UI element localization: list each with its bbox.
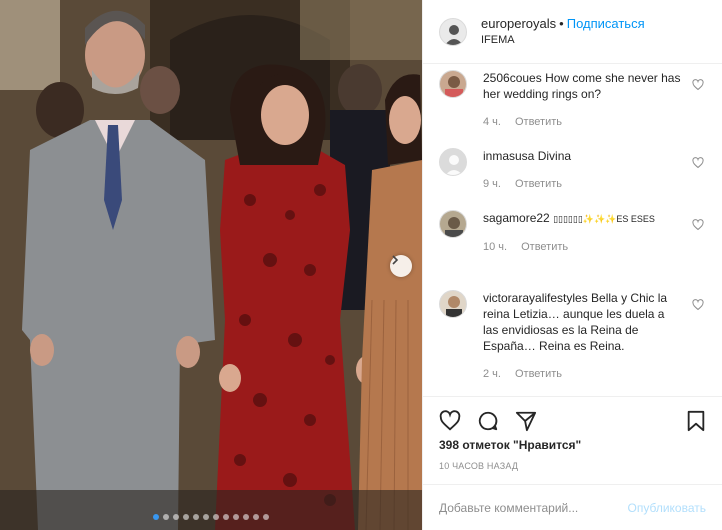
chevron-right-icon bbox=[392, 255, 399, 265]
comment-item: inmasusa Divina 9 ч. Ответить bbox=[439, 148, 706, 192]
default-avatar-icon bbox=[440, 149, 466, 175]
profile-picture bbox=[440, 18, 466, 45]
bookmark-icon[interactable] bbox=[686, 410, 706, 432]
carousel-dot bbox=[163, 514, 169, 520]
post-timestamp[interactable]: 10 ЧАСОВ НАЗАД bbox=[439, 461, 518, 471]
post-username[interactable]: europeroyals bbox=[481, 16, 556, 31]
comment-text: Divina bbox=[537, 149, 572, 163]
carousel-dot bbox=[263, 514, 269, 520]
heart-icon[interactable] bbox=[439, 409, 461, 432]
post-photo[interactable] bbox=[0, 0, 422, 530]
photo-illustration bbox=[0, 0, 422, 530]
post-header: europeroyals • Подписаться IFEMA bbox=[423, 0, 722, 64]
header-separator: • bbox=[559, 15, 564, 31]
comment-username[interactable]: sagamore22 bbox=[483, 211, 550, 225]
post-comment-button[interactable]: Опубликовать bbox=[628, 501, 706, 515]
carousel-dot bbox=[223, 514, 229, 520]
post-actions bbox=[423, 396, 722, 444]
comment-item: 2506coues How come she never has her wed… bbox=[439, 70, 706, 130]
comment-icon[interactable] bbox=[477, 410, 499, 432]
share-icon[interactable] bbox=[515, 410, 537, 432]
avatar[interactable] bbox=[439, 70, 467, 98]
carousel-dot bbox=[233, 514, 239, 520]
avatar[interactable] bbox=[439, 17, 467, 46]
post-location[interactable]: IFEMA bbox=[481, 32, 645, 48]
carousel-dot bbox=[253, 514, 259, 520]
profile-picture bbox=[440, 71, 466, 97]
comment-time[interactable]: 2 ч. bbox=[483, 366, 501, 382]
comment-item: sagamore22 ▯▯▯▯▯▯✨✨✨ES ESES 10 ч. Ответи… bbox=[439, 210, 706, 255]
heart-icon[interactable] bbox=[692, 219, 704, 231]
reply-button[interactable]: Ответить bbox=[515, 114, 562, 130]
carousel-dot bbox=[203, 514, 209, 520]
profile-picture bbox=[440, 291, 466, 317]
comment-time[interactable]: 4 ч. bbox=[483, 114, 501, 130]
carousel-dot bbox=[193, 514, 199, 520]
carousel-dot bbox=[183, 514, 189, 520]
comment-text: ▯▯▯▯▯▯✨✨✨ES ESES bbox=[553, 214, 655, 224]
reply-button[interactable]: Ответить bbox=[515, 176, 562, 192]
comment-username[interactable]: victorarayalifestyles bbox=[483, 291, 588, 305]
carousel-dot bbox=[153, 514, 159, 520]
comment-item: victorarayalifestyles Bella y Chic la re… bbox=[439, 290, 706, 382]
heart-icon[interactable] bbox=[692, 299, 704, 311]
comment-username[interactable]: 2506coues bbox=[483, 71, 542, 85]
carousel-dot bbox=[173, 514, 179, 520]
profile-picture bbox=[440, 211, 466, 237]
add-comment-bar: Опубликовать bbox=[423, 484, 722, 530]
follow-button[interactable]: Подписаться bbox=[567, 16, 645, 31]
comment-time[interactable]: 10 ч. bbox=[483, 239, 507, 255]
heart-icon[interactable] bbox=[692, 79, 704, 91]
avatar[interactable] bbox=[439, 290, 467, 318]
comment-time[interactable]: 9 ч. bbox=[483, 176, 501, 192]
avatar[interactable] bbox=[439, 210, 467, 238]
carousel-next-button[interactable] bbox=[390, 255, 412, 277]
carousel-dot bbox=[213, 514, 219, 520]
carousel-dot bbox=[243, 514, 249, 520]
reply-button[interactable]: Ответить bbox=[521, 239, 568, 255]
avatar[interactable] bbox=[439, 148, 467, 176]
heart-icon[interactable] bbox=[692, 157, 704, 169]
comment-input[interactable] bbox=[439, 500, 628, 515]
comment-username[interactable]: inmasusa bbox=[483, 149, 534, 163]
post-panel: europeroyals • Подписаться IFEMA 2506coues… bbox=[422, 0, 722, 530]
carousel-indicator bbox=[0, 514, 422, 520]
reply-button[interactable]: Ответить bbox=[515, 366, 562, 382]
comments-list: 2506coues How come she never has her wed… bbox=[423, 64, 722, 396]
likes-count[interactable]: 398 отметок "Нравится" bbox=[439, 438, 581, 452]
